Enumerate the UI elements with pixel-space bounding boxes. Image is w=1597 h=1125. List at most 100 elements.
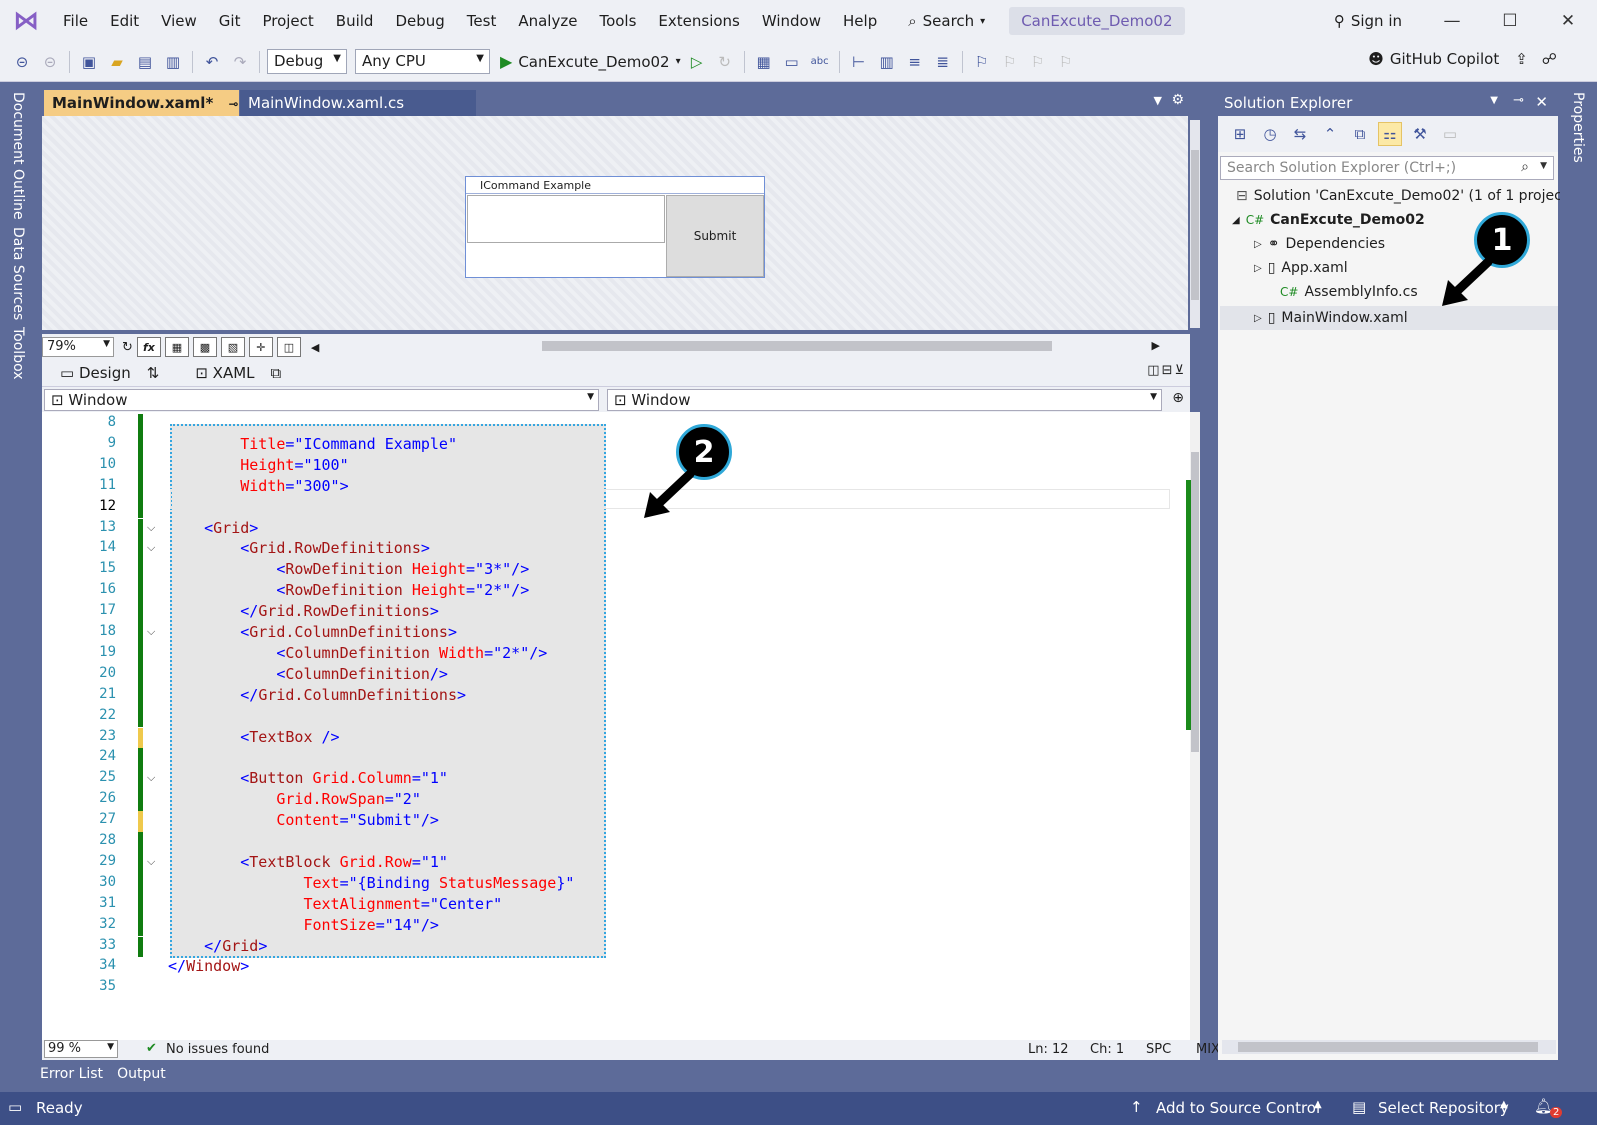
- preview-submit-button[interactable]: Submit: [666, 195, 764, 277]
- back-icon[interactable]: ⊝: [10, 50, 34, 74]
- scroll-left-icon[interactable]: ◀: [311, 341, 319, 354]
- pin-icon[interactable]: ⊸: [229, 97, 239, 111]
- sync-icon[interactable]: ⇆: [1288, 122, 1312, 146]
- preview-textbox[interactable]: [467, 195, 665, 243]
- menu-analyze[interactable]: Analyze: [507, 12, 588, 30]
- code-line[interactable]: Grid.RowSpan="2": [168, 790, 421, 808]
- minimize-icon[interactable]: —: [1423, 11, 1481, 31]
- editor-zoom-select[interactable]: 99 % ▼: [44, 1040, 118, 1058]
- issues-status[interactable]: No issues found: [166, 1042, 269, 1057]
- solution-explorer-horizontal-scrollbar[interactable]: [1222, 1040, 1556, 1054]
- tree-assemblyinfo-node[interactable]: C# AssemblyInfo.cs: [1280, 284, 1418, 300]
- code-line[interactable]: TextAlignment="Center": [168, 895, 502, 913]
- hot-reload-icon[interactable]: ↻: [713, 50, 737, 74]
- collapsed-arrow-icon[interactable]: ▷: [1254, 313, 1262, 324]
- whitespace-indicator[interactable]: SPC: [1146, 1042, 1171, 1057]
- code-line[interactable]: <Button Grid.Column="1": [168, 769, 448, 787]
- code-line[interactable]: <TextBox />: [168, 728, 339, 746]
- feedback-icon[interactable]: ☍: [1542, 50, 1557, 68]
- redo-icon[interactable]: ↷: [228, 50, 252, 74]
- fold-toggle-icon[interactable]: ⌵: [147, 541, 155, 555]
- collapse-all-icon[interactable]: ⌃: [1318, 122, 1342, 146]
- menu-git[interactable]: Git: [208, 12, 252, 30]
- undo-icon[interactable]: ↶: [200, 50, 224, 74]
- snap-grid-icon[interactable]: ▩: [192, 337, 217, 357]
- step-icon[interactable]: ⊢: [847, 50, 871, 74]
- clear-bookmarks-icon[interactable]: ⚐: [1054, 50, 1078, 74]
- code-line[interactable]: <Grid.RowDefinitions>: [168, 539, 430, 557]
- split-layout-icons[interactable]: ◫⊟⊻: [1147, 363, 1186, 378]
- tree-dependencies-node[interactable]: ▷ ⚭ Dependencies: [1254, 236, 1385, 252]
- save-all-icon[interactable]: ▥: [161, 50, 185, 74]
- code-line[interactable]: <TextBlock Grid.Row="1": [168, 853, 448, 871]
- spell-check-icon[interactable]: abc: [808, 50, 832, 74]
- select-repository-button[interactable]: Select Repository: [1378, 1099, 1509, 1117]
- tab-error-list[interactable]: Error List: [40, 1066, 103, 1090]
- tab-xaml[interactable]: ⊡ XAML: [195, 364, 254, 382]
- tree-solution-node[interactable]: ⊟ Solution 'CanExcute_Demo02' (1 of 1 pr…: [1236, 188, 1573, 204]
- swap-panes-icon[interactable]: ⇅: [147, 364, 160, 382]
- artboard-icon[interactable]: ▧: [220, 337, 245, 357]
- next-bookmark-icon[interactable]: ⚐: [1026, 50, 1050, 74]
- code-line[interactable]: <RowDefinition Height="2*"/>: [168, 581, 529, 599]
- column-indicator[interactable]: Ch: 1: [1090, 1042, 1124, 1057]
- tree-project-node[interactable]: ◢ C# CanExcute_Demo02: [1232, 212, 1425, 228]
- data-sources-tab[interactable]: Data Sources: [10, 227, 26, 320]
- properties-wrench-icon[interactable]: ⚒: [1408, 122, 1432, 146]
- code-line[interactable]: </Grid>: [168, 937, 267, 955]
- code-line[interactable]: Width="300">: [168, 477, 348, 495]
- add-to-source-control-button[interactable]: Add to Source Control: [1156, 1099, 1320, 1117]
- filter-icon[interactable]: ⚏: [1378, 122, 1402, 146]
- member-navigation-select[interactable]: ⊡ Window ▼: [607, 389, 1162, 411]
- scroll-right-icon[interactable]: ▶: [1152, 339, 1160, 352]
- toolbox-tab[interactable]: Toolbox: [10, 327, 26, 380]
- code-line[interactable]: <Grid.ColumnDefinitions>: [168, 623, 457, 641]
- layout-icon[interactable]: ▭: [780, 50, 804, 74]
- bookmark-icon[interactable]: ⚐: [970, 50, 994, 74]
- columns-icon[interactable]: ▥: [875, 50, 899, 74]
- visual-studio-logo-icon[interactable]: ⋈: [0, 0, 52, 42]
- configuration-select[interactable]: Debug ▼: [267, 49, 347, 74]
- snap-lines-icon[interactable]: ✛: [248, 337, 273, 357]
- menu-help[interactable]: Help: [832, 12, 888, 30]
- preview-icon[interactable]: ▭: [1438, 122, 1462, 146]
- menu-edit[interactable]: Edit: [99, 12, 150, 30]
- start-debugging-button[interactable]: ▶ CanExcute_Demo02 ▾: [500, 52, 681, 71]
- designer-zoom-select[interactable]: 79% ▼: [42, 337, 114, 357]
- expanded-arrow-icon[interactable]: ◢: [1232, 215, 1240, 226]
- code-line[interactable]: <ColumnDefinition/>: [168, 665, 448, 683]
- pin-icon[interactable]: ⊸: [1513, 93, 1524, 108]
- effects-icon[interactable]: ◫: [276, 337, 301, 357]
- save-icon[interactable]: ▤: [133, 50, 157, 74]
- show-all-files-icon[interactable]: ⧉: [1348, 122, 1372, 146]
- code-line[interactable]: Content="Submit"/>: [168, 811, 439, 829]
- code-line[interactable]: <RowDefinition Height="3*"/>: [168, 560, 529, 578]
- panel-menu-icon[interactable]: ▼: [1490, 95, 1498, 106]
- code-line[interactable]: Text="{Binding StatusMessage}": [168, 874, 574, 892]
- tab-output[interactable]: Output: [117, 1066, 166, 1090]
- start-without-debugging-icon[interactable]: ▷: [685, 50, 709, 74]
- settings-icon[interactable]: ⚙: [1171, 92, 1184, 108]
- solution-explorer-search-input[interactable]: Search Solution Explorer (Ctrl+;) ⌕ ▼: [1220, 156, 1554, 180]
- line-indicator[interactable]: Ln: 12: [1028, 1042, 1069, 1057]
- menu-tools[interactable]: Tools: [588, 12, 647, 30]
- sign-in-button[interactable]: ⚲ Sign in: [1334, 12, 1402, 30]
- code-line[interactable]: </Window>: [168, 957, 249, 975]
- collapsed-arrow-icon[interactable]: ▷: [1254, 239, 1262, 250]
- menu-window[interactable]: Window: [751, 12, 832, 30]
- prev-bookmark-icon[interactable]: ⚐: [998, 50, 1022, 74]
- formula-icon[interactable]: fx: [136, 337, 161, 357]
- document-outline-tab[interactable]: Document Outline: [10, 92, 26, 220]
- browse-icon[interactable]: ▦: [752, 50, 776, 74]
- menu-test[interactable]: Test: [456, 12, 508, 30]
- editor-vertical-scrollbar[interactable]: [1190, 412, 1200, 1040]
- code-line[interactable]: Title="ICommand Example": [168, 435, 457, 453]
- code-line[interactable]: <Grid>: [168, 519, 258, 537]
- code-line[interactable]: Height="100": [168, 456, 348, 474]
- chevron-down-icon[interactable]: ▼: [1540, 161, 1547, 171]
- switch-views-icon[interactable]: ⊞: [1228, 122, 1252, 146]
- share-icon[interactable]: ⇪: [1515, 50, 1528, 68]
- window-preview[interactable]: ICommand Example Submit: [465, 176, 765, 278]
- platform-select[interactable]: Any CPU ▼: [355, 49, 490, 74]
- search-menu[interactable]: ⌕ Search ▾: [898, 12, 995, 30]
